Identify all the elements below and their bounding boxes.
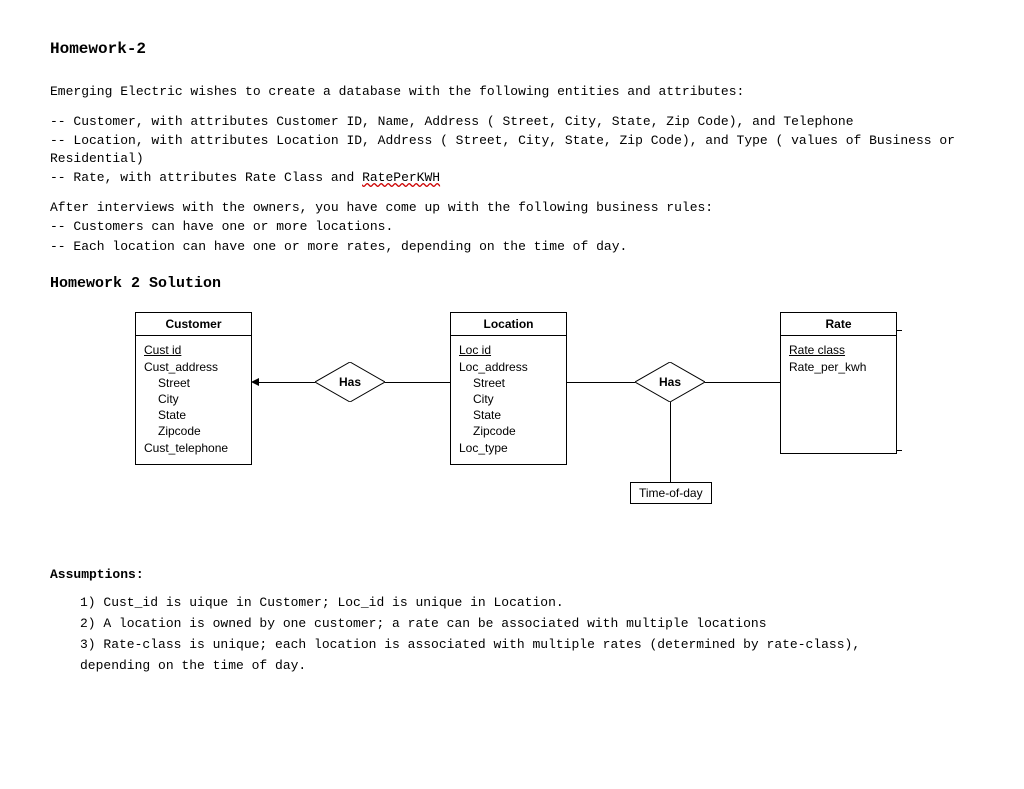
attr: State <box>473 407 558 423</box>
entity-location: Location Loc id Loc_address Street City … <box>450 312 567 464</box>
intro-line: After interviews with the owners, you ha… <box>50 199 974 217</box>
attr-pk: Rate class <box>789 342 888 358</box>
attr: Rate_per_kwh <box>789 359 888 375</box>
solution-title: Homework 2 Solution <box>50 275 974 292</box>
connector <box>566 382 635 383</box>
entity-title: Location <box>451 313 566 336</box>
attr: Street <box>158 375 243 391</box>
entity-title: Customer <box>136 313 251 336</box>
entity-rate: Rate Rate class Rate_per_kwh <box>780 312 897 454</box>
relationship-has-2: Has <box>635 362 705 402</box>
entity-customer: Customer Cust id Cust_address Street Cit… <box>135 312 252 464</box>
intro-line: -- Rate, with attributes Rate Class and … <box>50 169 974 187</box>
er-diagram: Customer Cust id Cust_address Street Cit… <box>90 312 990 542</box>
assumptions-list: 1) Cust_id is uique in Customer; Loc_id … <box>80 594 974 675</box>
assumption-item-cont: depending on the time of day. <box>80 657 974 676</box>
intro-line: -- Location, with attributes Location ID… <box>50 132 974 167</box>
attr-pk: Loc id <box>459 342 558 358</box>
tick-mark <box>896 330 902 331</box>
connector <box>705 382 780 383</box>
attr: Cust_telephone <box>144 440 243 456</box>
assumption-item: 1) Cust_id is uique in Customer; Loc_id … <box>80 594 974 613</box>
attr: Zipcode <box>473 423 558 439</box>
arrow-icon <box>251 378 259 386</box>
page-title: Homework-2 <box>50 40 974 58</box>
attr: Cust_address <box>144 359 243 375</box>
assumption-item: 3) Rate-class is unique; each location i… <box>80 636 974 655</box>
attr-pk: Cust id <box>144 342 243 358</box>
attr: Street <box>473 375 558 391</box>
attr: City <box>158 391 243 407</box>
attr: City <box>473 391 558 407</box>
assumptions-title: Assumptions: <box>50 567 974 582</box>
intro-line: Emerging Electric wishes to create a dat… <box>50 83 974 101</box>
connector <box>258 382 315 383</box>
intro-line: -- Customers can have one or more locati… <box>50 218 974 236</box>
connector <box>670 402 671 482</box>
attr: State <box>158 407 243 423</box>
assumption-item: 2) A location is owned by one customer; … <box>80 615 974 634</box>
problem-statement: Emerging Electric wishes to create a dat… <box>50 83 974 255</box>
tick-mark <box>896 450 902 451</box>
connector <box>385 382 450 383</box>
attr: Loc_address <box>459 359 558 375</box>
attr: Loc_type <box>459 440 558 456</box>
intro-line: -- Customer, with attributes Customer ID… <box>50 113 974 131</box>
relationship-has-1: Has <box>315 362 385 402</box>
entity-title: Rate <box>781 313 896 336</box>
attr: Zipcode <box>158 423 243 439</box>
relationship-attribute: Time-of-day <box>630 482 712 504</box>
intro-line: -- Each location can have one or more ra… <box>50 238 974 256</box>
spellcheck-word: RatePerKWH <box>362 170 440 185</box>
